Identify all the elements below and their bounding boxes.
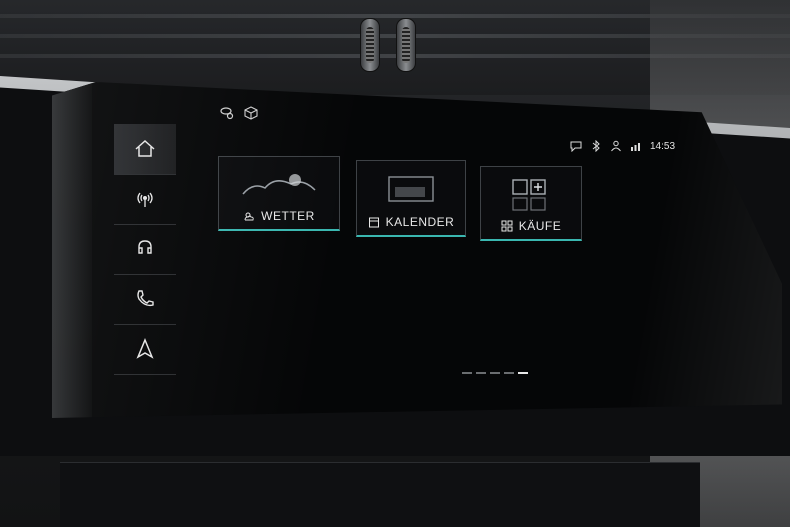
sidebar xyxy=(114,124,176,375)
vent-knob-left[interactable] xyxy=(360,18,380,72)
package-icon xyxy=(244,106,258,120)
store-icon xyxy=(501,220,513,232)
user-icon xyxy=(611,140,621,152)
status-bar: 14:53 xyxy=(570,138,675,154)
climate-control-panel xyxy=(60,462,700,527)
weather-tile[interactable]: WETTER xyxy=(218,156,340,231)
calendar-art xyxy=(357,169,465,209)
sidebar-item-media[interactable] xyxy=(114,224,176,275)
page-dot[interactable] xyxy=(504,372,514,374)
infotainment-screen: 14:53 WETTER KALENDER KÄUFE xyxy=(52,82,782,418)
weather-icon xyxy=(244,212,254,221)
store-art xyxy=(481,175,581,215)
car-dashboard: 14:53 WETTER KALENDER KÄUFE xyxy=(0,0,790,527)
page-dot-active[interactable] xyxy=(518,372,528,374)
phone-icon xyxy=(137,290,154,307)
page-dot[interactable] xyxy=(462,372,472,374)
clock: 14:53 xyxy=(650,140,676,152)
navigation-icon xyxy=(136,338,154,359)
bluetooth-icon xyxy=(592,140,600,152)
vent-knob-right[interactable] xyxy=(396,18,416,72)
home-icon xyxy=(135,139,155,157)
page-dot[interactable] xyxy=(490,372,500,374)
calendar-tile[interactable]: KALENDER xyxy=(356,160,466,237)
store-tile[interactable]: KÄUFE xyxy=(480,166,582,241)
store-label: KÄUFE xyxy=(518,219,562,233)
calendar-icon xyxy=(368,217,379,228)
calendar-label: KALENDER xyxy=(385,215,455,229)
top-status-icons xyxy=(220,106,258,120)
signal-icon xyxy=(631,143,640,151)
page-indicator xyxy=(462,372,528,374)
weather-label: WETTER xyxy=(261,209,315,223)
sidebar-item-radio[interactable] xyxy=(114,174,176,225)
connect-icon xyxy=(220,107,234,120)
message-icon xyxy=(570,141,582,152)
music-icon xyxy=(138,240,152,254)
radio-icon xyxy=(137,192,153,207)
sidebar-item-navigation[interactable] xyxy=(114,324,176,375)
sidebar-item-home[interactable] xyxy=(114,124,176,175)
weather-art xyxy=(219,165,339,205)
page-dot[interactable] xyxy=(476,372,486,374)
screen-bezel-edge xyxy=(52,82,92,418)
sidebar-item-phone[interactable] xyxy=(114,274,176,325)
